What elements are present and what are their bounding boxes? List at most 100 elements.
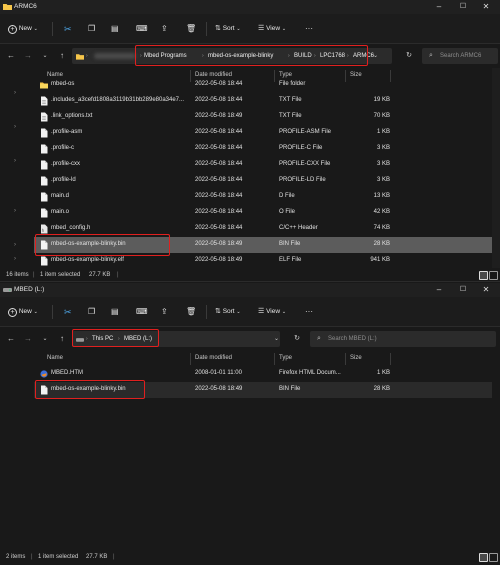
file-type: PROFILE-LD File bbox=[279, 177, 326, 183]
header-file-icon bbox=[40, 224, 48, 234]
scrollbar[interactable] bbox=[492, 68, 500, 268]
title-bar: MBED (L:) – ☐ ✕ bbox=[0, 283, 500, 297]
details-view-icon[interactable] bbox=[479, 271, 488, 280]
cut-icon[interactable]: ✂ bbox=[64, 23, 72, 35]
back-arrow-icon[interactable]: ← bbox=[6, 333, 16, 345]
share-icon[interactable]: ⇪ bbox=[161, 23, 168, 35]
file-row[interactable]: mbed-os 2022-05-08 18:44 File folder bbox=[34, 77, 492, 93]
view-icon: ☰ bbox=[258, 308, 265, 315]
navigation-pane: › › › › › › bbox=[0, 68, 33, 270]
recent-locations-icon[interactable]: ⌄ bbox=[40, 333, 50, 345]
file-row[interactable]: .includes_a3cefd1808a3119b31bb289e80a34e… bbox=[34, 93, 492, 109]
view-label: View bbox=[266, 308, 281, 315]
file-size: 1 KB bbox=[376, 129, 390, 135]
file-row[interactable]: .profile-asm 2022-05-08 18:44 PROFILE-ASM … bbox=[34, 125, 492, 141]
expand-chevron-icon[interactable]: › bbox=[14, 90, 16, 96]
address-dropdown-icon[interactable]: ⌄ bbox=[274, 331, 279, 347]
file-size: 13 KB bbox=[373, 193, 390, 199]
file-name: .profile-c bbox=[51, 145, 75, 151]
navigation-pane bbox=[0, 351, 33, 553]
file-size: 42 KB bbox=[373, 209, 390, 215]
file-row[interactable]: .profile-cxx 2022-05-08 18:44 PROFILE-CXX … bbox=[34, 157, 492, 173]
blurred-path bbox=[94, 53, 136, 59]
expand-chevron-icon[interactable]: › bbox=[14, 256, 16, 262]
details-view-icon[interactable] bbox=[479, 553, 488, 562]
back-arrow-icon[interactable]: ← bbox=[6, 50, 16, 62]
folder-icon bbox=[3, 4, 12, 10]
column-type[interactable]: Type bbox=[279, 355, 292, 361]
file-row[interactable]: main.o 2022-05-08 18:44 O File 42 KB bbox=[34, 205, 492, 221]
file-type: ELF File bbox=[279, 257, 302, 263]
tiles-view-icon[interactable] bbox=[489, 553, 498, 562]
file-row[interactable]: .link_options.txt 2022-05-08 18:49 TXT Fil… bbox=[34, 109, 492, 125]
file-name: .includes_a3cefd1808a3119b31bb289e80a34e… bbox=[51, 97, 185, 103]
file-row[interactable]: .profile-c 2022-05-08 18:44 PROFILE-C File… bbox=[34, 141, 492, 157]
file-date: 2022-05-08 18:44 bbox=[195, 97, 243, 103]
recent-locations-icon[interactable]: ⌄ bbox=[40, 50, 50, 62]
file-name: mbed-os-example-blinky.elf bbox=[51, 257, 124, 263]
file-name: MBED.HTM bbox=[51, 370, 83, 376]
close-button[interactable]: ✕ bbox=[481, 285, 491, 295]
up-arrow-icon[interactable]: ↑ bbox=[57, 333, 67, 345]
share-icon[interactable]: ⇪ bbox=[161, 306, 168, 318]
chevron-down-icon: ⌄ bbox=[33, 309, 38, 315]
item-count: 16 items bbox=[6, 272, 29, 278]
forward-arrow-icon[interactable]: → bbox=[23, 333, 33, 345]
copy-icon[interactable]: ❐ bbox=[88, 23, 95, 35]
column-size[interactable]: Size bbox=[350, 355, 362, 361]
expand-chevron-icon[interactable]: › bbox=[14, 124, 16, 130]
paste-icon[interactable]: ▤ bbox=[111, 306, 119, 318]
expand-chevron-icon[interactable]: › bbox=[14, 208, 16, 214]
maximize-button[interactable]: ☐ bbox=[458, 2, 468, 12]
selected-count: 1 item selected bbox=[38, 554, 79, 560]
view-button[interactable]: ☰ View ⌄ bbox=[258, 23, 286, 35]
up-arrow-icon[interactable]: ↑ bbox=[57, 50, 67, 62]
tiles-view-icon[interactable] bbox=[489, 271, 498, 280]
new-icon: + bbox=[8, 25, 17, 34]
delete-icon[interactable]: 🗑 bbox=[186, 23, 196, 35]
file-date: 2022-05-08 18:44 bbox=[195, 81, 243, 87]
view-button[interactable]: ☰ View ⌄ bbox=[258, 306, 286, 318]
maximize-button[interactable]: ☐ bbox=[458, 285, 468, 295]
column-date-modified[interactable]: Date modified bbox=[195, 355, 232, 361]
minimize-button[interactable]: – bbox=[434, 285, 444, 295]
file-date: 2022-05-08 18:44 bbox=[195, 129, 243, 135]
new-button[interactable]: + New ⌄ bbox=[8, 306, 38, 318]
file-row[interactable]: .profile-ld 2022-05-08 18:44 PROFILE-LD Fi… bbox=[34, 173, 492, 189]
new-button[interactable]: + New ⌄ bbox=[8, 23, 38, 35]
file-type: O File bbox=[279, 209, 296, 215]
column-name[interactable]: Name bbox=[47, 355, 63, 361]
more-options-icon[interactable]: ··· bbox=[305, 306, 313, 318]
close-button[interactable]: ✕ bbox=[481, 2, 491, 12]
file-type: PROFILE-CXX File bbox=[279, 161, 331, 167]
sort-button[interactable]: ⇅ Sort ⌄ bbox=[215, 306, 241, 318]
paste-icon[interactable]: ▤ bbox=[111, 23, 119, 35]
search-box[interactable]: ⌕ Search ARMC6 bbox=[422, 48, 498, 64]
expand-chevron-icon[interactable]: › bbox=[14, 158, 16, 164]
rename-icon[interactable]: ⌨ bbox=[136, 23, 148, 35]
minimize-button[interactable]: – bbox=[434, 2, 444, 12]
sort-button[interactable]: ⇅ Sort ⌄ bbox=[215, 23, 241, 35]
forward-arrow-icon[interactable]: → bbox=[23, 50, 33, 62]
search-box[interactable]: ⌕ Search MBED (L:) bbox=[310, 331, 496, 347]
text-file-icon bbox=[40, 112, 48, 122]
highlight-address bbox=[72, 329, 159, 347]
delete-icon[interactable]: 🗑 bbox=[186, 306, 196, 318]
new-label: New bbox=[18, 25, 32, 32]
firefox-html-icon bbox=[40, 369, 48, 379]
file-type: TXT File bbox=[279, 97, 302, 103]
address-dropdown-icon[interactable]: ⌄ bbox=[373, 48, 378, 64]
more-options-icon[interactable]: ··· bbox=[305, 23, 313, 35]
file-row[interactable]: main.d 2022-05-08 18:44 D File 13 KB bbox=[34, 189, 492, 205]
view-label: View bbox=[266, 25, 281, 32]
copy-icon[interactable]: ❐ bbox=[88, 306, 95, 318]
expand-chevron-icon[interactable]: › bbox=[14, 242, 16, 248]
file-type: PROFILE-ASM File bbox=[279, 129, 332, 135]
selected-size: 27.7 KB bbox=[86, 554, 108, 560]
chevron-down-icon: ⌄ bbox=[33, 26, 38, 32]
refresh-icon[interactable]: ↻ bbox=[404, 50, 414, 62]
search-placeholder: Search MBED (L:) bbox=[328, 336, 377, 342]
refresh-icon[interactable]: ↻ bbox=[292, 333, 302, 345]
cut-icon[interactable]: ✂ bbox=[64, 306, 72, 318]
rename-icon[interactable]: ⌨ bbox=[136, 306, 148, 318]
